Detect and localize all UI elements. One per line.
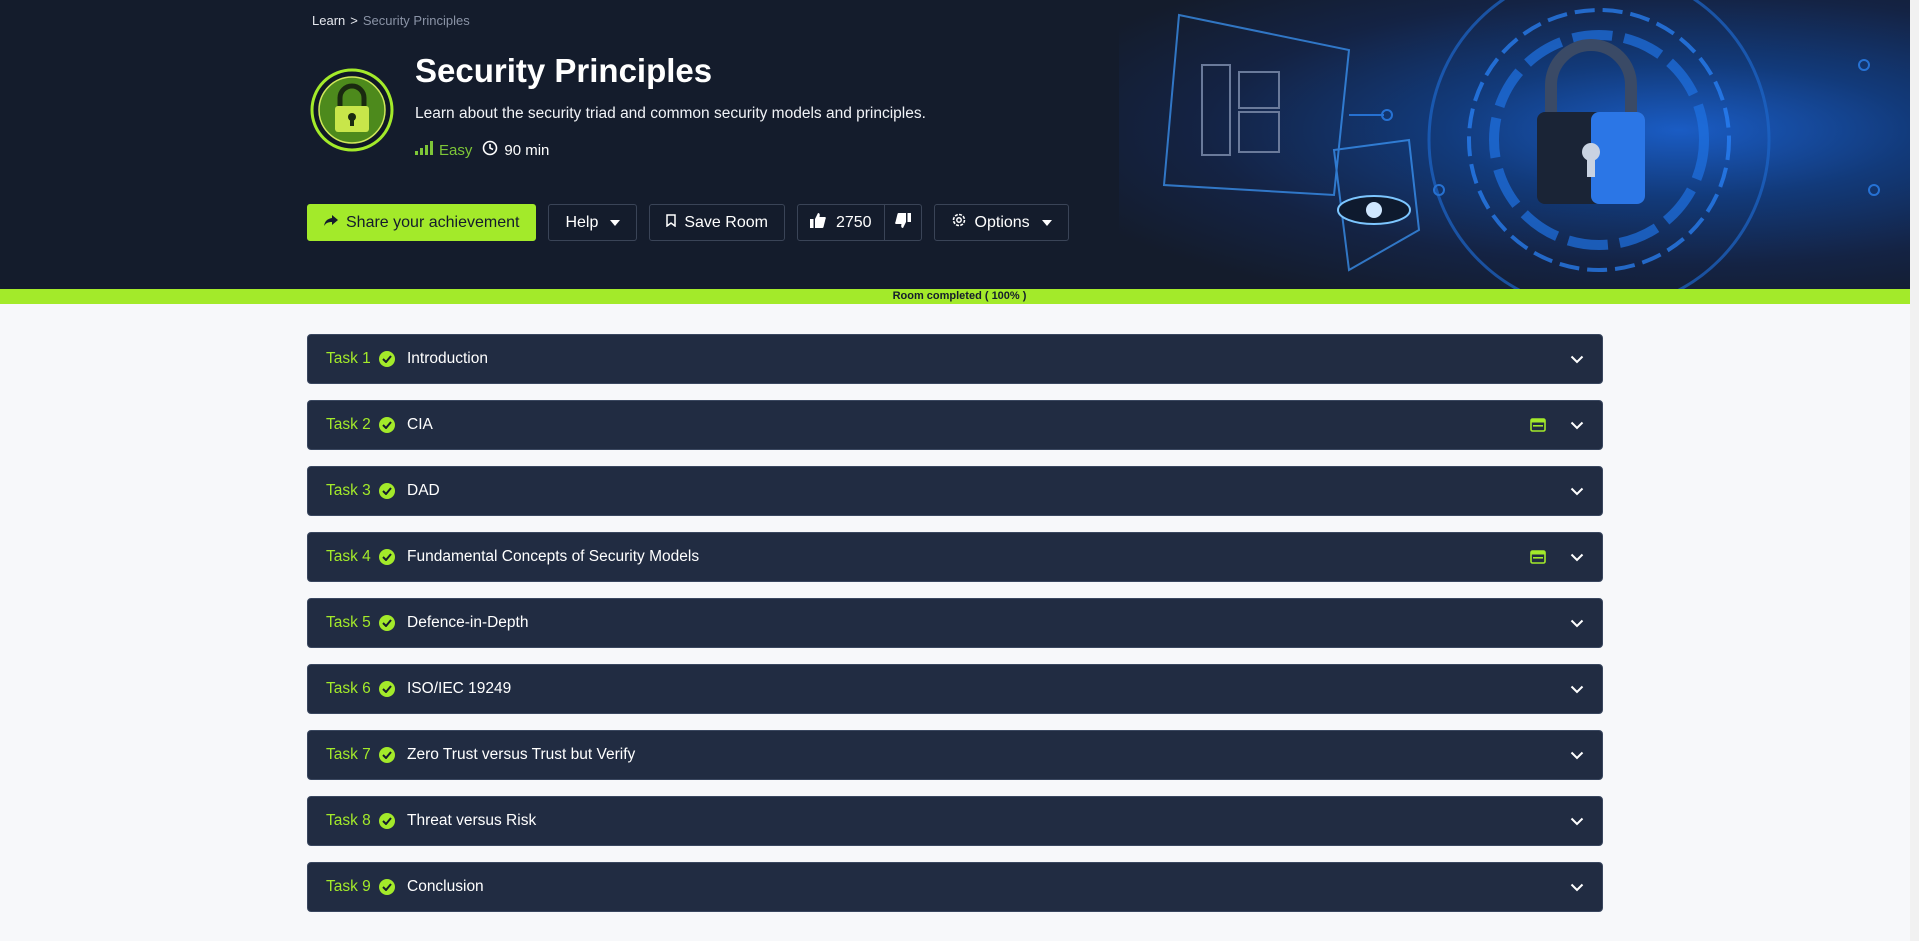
check-circle-icon [379, 417, 395, 433]
task-number: Task 3 [326, 482, 371, 499]
chevron-down-icon[interactable] [1570, 355, 1584, 364]
breadcrumb: Learn > Security Principles [312, 13, 470, 28]
upvote-count: 2750 [835, 213, 872, 231]
progress-label: Room completed ( 100% ) [892, 290, 1027, 302]
upvote-button[interactable]: 2750 [798, 205, 885, 240]
chevron-down-icon[interactable] [1570, 487, 1584, 496]
clock-icon [482, 140, 498, 160]
gear-icon [951, 212, 967, 233]
machine-window-icon [1530, 418, 1546, 432]
save-room-label: Save Room [684, 213, 768, 231]
save-room-button[interactable]: Save Room [649, 204, 785, 241]
check-circle-icon [379, 483, 395, 499]
header-illustration [1119, 0, 1919, 289]
scrollbar[interactable] [1910, 0, 1919, 941]
task-number: Task 8 [326, 812, 371, 829]
task-number: Task 7 [326, 746, 371, 763]
share-icon [324, 214, 338, 232]
task-row[interactable]: Task 9 Conclusion [307, 862, 1603, 912]
breadcrumb-separator: > [350, 13, 358, 28]
options-button[interactable]: Options [933, 204, 1069, 241]
task-title: Conclusion [407, 878, 484, 895]
task-title: Introduction [407, 350, 488, 367]
check-circle-icon [379, 615, 395, 631]
task-row[interactable]: Task 4 Fundamental Concepts of Security M… [307, 532, 1603, 582]
help-button[interactable]: Help [548, 204, 638, 241]
task-number: Task 5 [326, 614, 371, 631]
task-title: CIA [407, 416, 433, 433]
task-title: Threat versus Risk [407, 812, 537, 829]
share-label: Share your achievement [346, 213, 520, 231]
room-actions: Share your achievement Help Save Room 27… [307, 204, 1069, 241]
task-number: Task 6 [326, 680, 371, 697]
task-number: Task 2 [326, 416, 371, 433]
breadcrumb-learn[interactable]: Learn [312, 13, 345, 28]
task-list: Task 1 Introduction Task 2 CIA Task 3 DAD Task… [307, 334, 1603, 928]
room-progress-bar: Room completed ( 100% ) [0, 289, 1919, 304]
task-title: DAD [407, 482, 440, 499]
machine-window-icon [1530, 550, 1546, 564]
chevron-down-icon[interactable] [1570, 619, 1584, 628]
duration: 90 min [482, 140, 549, 160]
task-number: Task 1 [326, 350, 371, 367]
share-achievement-button[interactable]: Share your achievement [307, 204, 537, 241]
thumbs-up-icon [809, 212, 826, 233]
task-row[interactable]: Task 6 ISO/IEC 19249 [307, 664, 1603, 714]
bookmark-icon [666, 213, 677, 232]
room-description: Learn about the security triad and commo… [415, 105, 926, 122]
task-row[interactable]: Task 5 Defence-in-Depth [307, 598, 1603, 648]
chevron-down-icon[interactable] [1570, 553, 1584, 562]
breadcrumb-current: Security Principles [362, 13, 470, 28]
padlock-icon [310, 68, 394, 152]
task-row[interactable]: Task 1 Introduction [307, 334, 1603, 384]
difficulty: Easy [415, 141, 472, 159]
task-row[interactable]: Task 3 DAD [307, 466, 1603, 516]
downvote-button[interactable] [885, 205, 921, 240]
room-meta: Easy 90 min [415, 140, 549, 160]
check-circle-icon [379, 351, 395, 367]
signal-icon [415, 141, 433, 159]
check-circle-icon [379, 549, 395, 565]
difficulty-label: Easy [439, 141, 473, 159]
task-title: ISO/IEC 19249 [407, 680, 512, 697]
task-title: Fundamental Concepts of Security Models [407, 548, 700, 565]
help-label: Help [565, 213, 599, 231]
caret-down-icon [610, 219, 621, 226]
room-header: Learn > Security Principles Security Pri… [0, 0, 1919, 289]
check-circle-icon [379, 879, 395, 895]
task-row[interactable]: Task 2 CIA [307, 400, 1603, 450]
task-title: Zero Trust versus Trust but Verify [407, 746, 636, 763]
task-row[interactable]: Task 8 Threat versus Risk [307, 796, 1603, 846]
options-label: Options [974, 213, 1030, 231]
chevron-down-icon[interactable] [1570, 883, 1584, 892]
page-title: Security Principles [415, 52, 713, 89]
caret-down-icon [1041, 219, 1052, 226]
check-circle-icon [379, 747, 395, 763]
vote-group: 2750 [796, 204, 922, 241]
chevron-down-icon[interactable] [1570, 421, 1584, 430]
task-row[interactable]: Task 7 Zero Trust versus Trust but Verify [307, 730, 1603, 780]
chevron-down-icon[interactable] [1570, 685, 1584, 694]
check-circle-icon [379, 813, 395, 829]
task-number: Task 4 [326, 548, 371, 565]
chevron-down-icon[interactable] [1570, 817, 1584, 826]
chevron-down-icon[interactable] [1570, 751, 1584, 760]
task-title: Defence-in-Depth [407, 614, 529, 631]
check-circle-icon [379, 681, 395, 697]
thumbs-down-icon [894, 212, 911, 233]
task-number: Task 9 [326, 878, 371, 895]
duration-label: 90 min [504, 141, 550, 159]
